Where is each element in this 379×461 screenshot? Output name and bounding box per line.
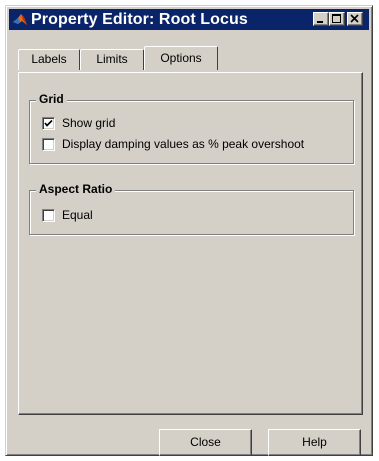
help-button-label: Help xyxy=(302,435,327,449)
close-button[interactable]: Close xyxy=(159,429,252,456)
equal-label: Equal xyxy=(62,208,93,222)
aspect-ratio-group-title: Aspect Ratio xyxy=(36,182,116,197)
property-editor-window: Property Editor: Root Locus Labels Limit… xyxy=(5,5,373,456)
minimize-button[interactable] xyxy=(313,12,329,26)
minimize-icon xyxy=(317,21,323,23)
tab-labels-label: Labels xyxy=(31,52,67,66)
damping-overshoot-label: Display damping values as % peak oversho… xyxy=(62,137,305,151)
window-title: Property Editor: Root Locus xyxy=(31,11,248,28)
close-icon xyxy=(350,14,359,23)
checkmark-icon xyxy=(44,119,53,127)
aspect-ratio-group: Aspect Ratio Equal xyxy=(29,182,354,235)
tab-limits-label: Limits xyxy=(96,52,128,66)
tab-options[interactable]: Options xyxy=(144,46,218,70)
maximize-button[interactable] xyxy=(329,12,345,26)
damping-overshoot-checkbox[interactable] xyxy=(42,138,55,151)
show-grid-checkbox[interactable] xyxy=(42,117,55,130)
show-grid-label: Show grid xyxy=(62,116,116,130)
options-panel: Grid Show grid Display damping values as… xyxy=(18,72,363,415)
help-button[interactable]: Help xyxy=(268,429,361,456)
tab-limits[interactable]: Limits xyxy=(80,49,144,70)
grid-group-title: Grid xyxy=(36,92,67,107)
equal-checkbox[interactable] xyxy=(42,209,55,222)
maximize-icon xyxy=(332,14,341,23)
tab-options-label: Options xyxy=(160,51,202,65)
title-bar[interactable]: Property Editor: Root Locus xyxy=(9,9,369,30)
close-window-button[interactable] xyxy=(347,12,363,26)
tab-labels[interactable]: Labels xyxy=(18,49,80,70)
grid-group: Grid Show grid Display damping values as… xyxy=(29,92,354,164)
close-button-label: Close xyxy=(190,435,221,449)
matlab-icon xyxy=(13,14,27,25)
